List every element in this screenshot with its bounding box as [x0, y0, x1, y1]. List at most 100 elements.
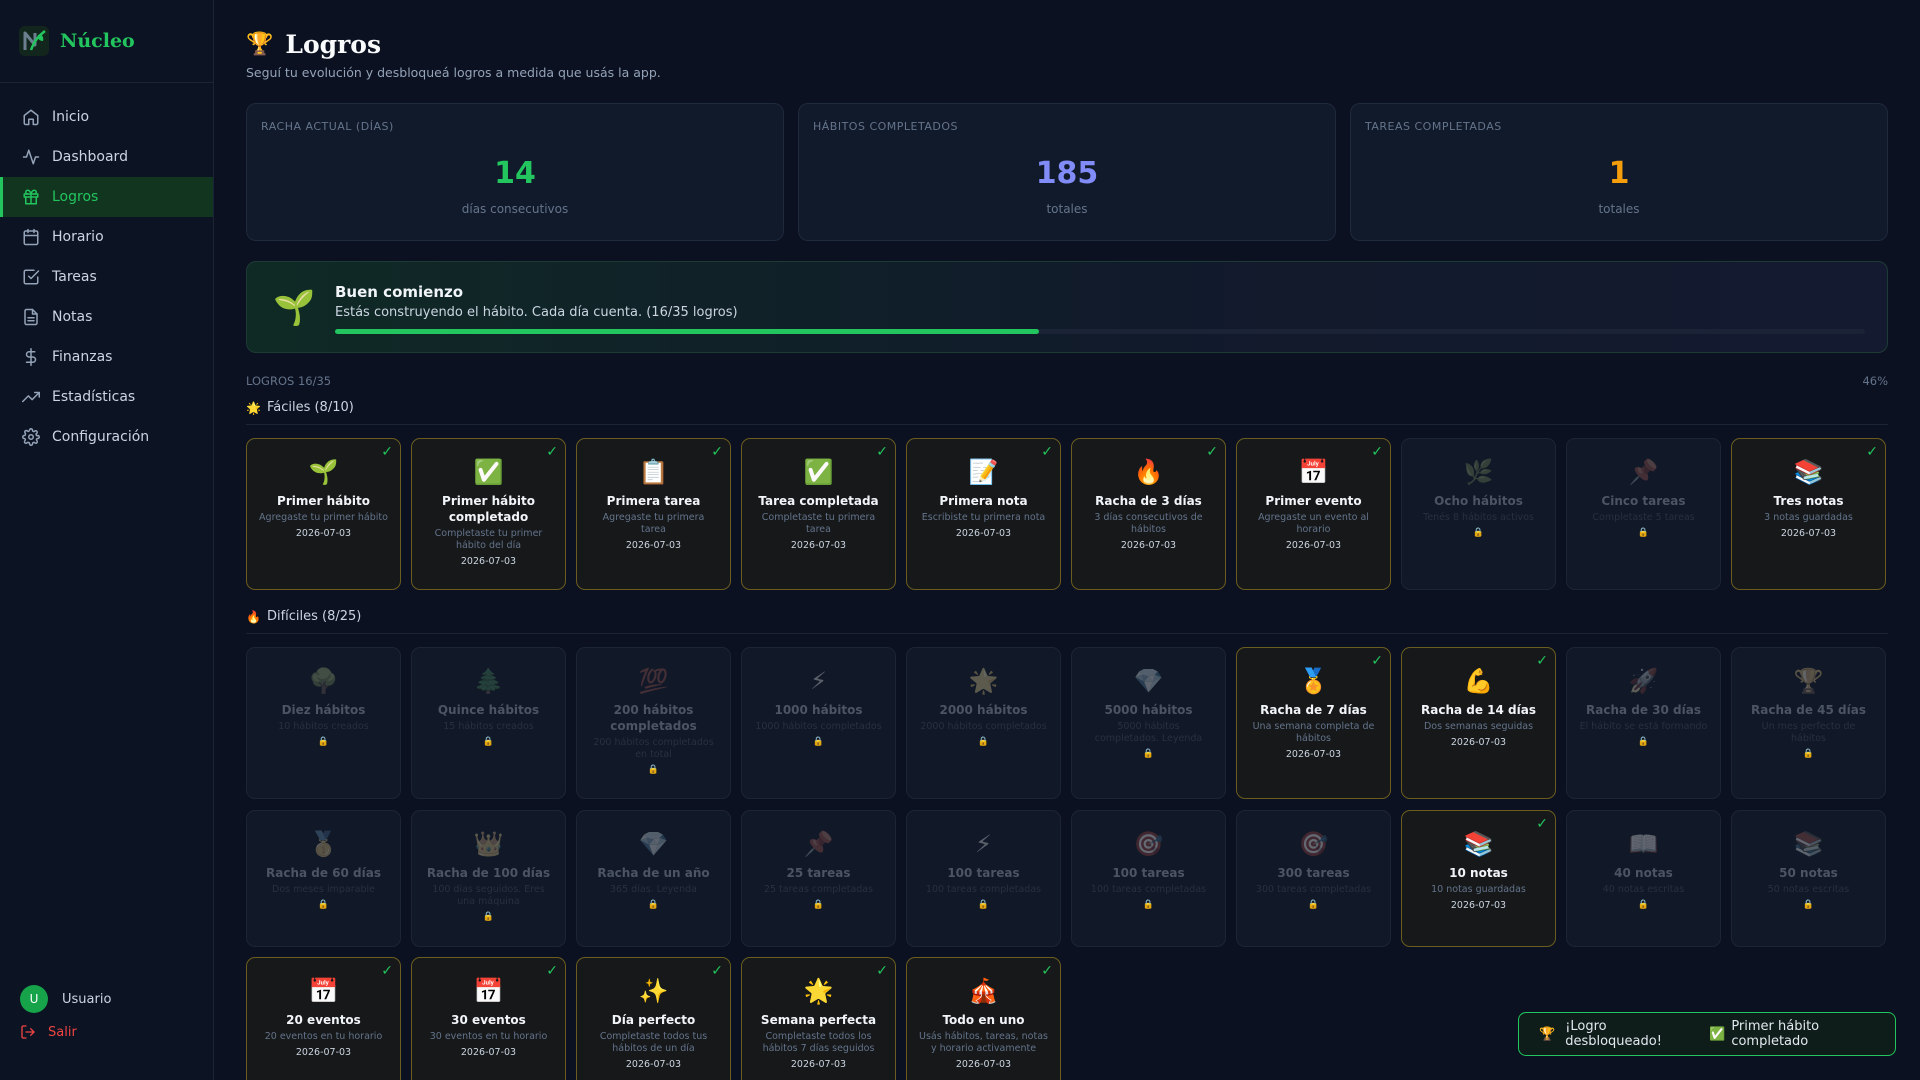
achievement-card[interactable]: ✓ 📅 Primer evento Agregaste un evento al ho… — [1236, 438, 1391, 590]
achievement-description: 100 tareas completadas — [1090, 884, 1207, 895]
achievement-description: Completaste tu primer hábito del día — [434, 528, 543, 551]
achievement-date: 2026-07-03 — [955, 1059, 1012, 1070]
achievement-card[interactable]: 🎯 100 tareas 100 tareas completadas 🔒 — [1071, 810, 1226, 947]
achievement-icon: 📋 — [638, 458, 669, 486]
achievement-card[interactable]: 👑 Racha de 100 días 100 días seguidos. Ere… — [411, 810, 566, 947]
achievement-card[interactable]: 📖 40 notas 40 notas escritas 🔒 — [1566, 810, 1721, 947]
achievement-card[interactable]: ✓ 🎪 Todo en uno Usás hábitos, tareas, notas… — [906, 957, 1061, 1080]
sidebar-item-logros[interactable]: Logros — [0, 177, 213, 217]
achievement-card[interactable]: ✓ 📚 Tres notas 3 notas guardadas 2026-07-03 — [1731, 438, 1886, 590]
check-icon: ✓ — [546, 963, 558, 979]
sidebar-item-label: Finanzas — [52, 349, 113, 365]
stat-value: 185 — [1035, 156, 1099, 191]
home-icon — [22, 108, 40, 126]
achievement-card[interactable]: 📌 25 tareas 25 tareas completadas 🔒 — [741, 810, 896, 947]
sidebar-item-dashboard[interactable]: Dashboard — [0, 137, 213, 177]
achievement-title: Racha de 60 días — [266, 866, 381, 880]
achievement-icon: 🎯 — [1298, 830, 1329, 858]
achievement-card[interactable]: 🚀 Racha de 30 días El hábito se está forma… — [1566, 647, 1721, 799]
achievement-date: 2026-07-03 — [1450, 737, 1507, 748]
sidebar-item-estadisticas[interactable]: Estadísticas — [0, 377, 213, 417]
lock-icon: 🔒 — [1637, 528, 1650, 538]
sidebar-item-notas[interactable]: Notas — [0, 297, 213, 337]
achievement-title: Cinco tareas — [1601, 494, 1686, 508]
sidebar-item-inicio[interactable]: Inicio — [0, 97, 213, 137]
lock-icon: 🔒 — [647, 765, 660, 775]
achievement-card[interactable]: 💎 Racha de un año 365 días. Leyenda 🔒 — [576, 810, 731, 947]
trophy-icon: 🏆 — [1539, 1026, 1556, 1042]
sidebar-item-finanzas[interactable]: Finanzas — [0, 337, 213, 377]
achievement-card[interactable]: 💎 5000 hábitos 5000 hábitos completados. L… — [1071, 647, 1226, 799]
achievement-icon: 🔥 — [1133, 458, 1164, 486]
lock-icon: 🔒 — [317, 900, 330, 910]
check-icon: ✓ — [1536, 816, 1548, 832]
user-profile[interactable]: U Usuario — [20, 985, 111, 1013]
achievement-card[interactable]: ✓ 🌟 Semana perfecta Completaste todos los h… — [741, 957, 896, 1080]
achievement-card[interactable]: 🏆 Racha de 45 días Un mes perfecto de hábi… — [1731, 647, 1886, 799]
achievement-card[interactable]: ✓ ✅ Primer hábito completado Completaste tu… — [411, 438, 566, 590]
achievement-icon: 🏆 — [1793, 667, 1824, 695]
achievement-description: 100 días seguidos. Eres una máquina — [432, 884, 545, 907]
lock-icon: 🔒 — [1802, 900, 1815, 910]
achievement-card[interactable]: 🎯 300 tareas 300 tareas completadas 🔒 — [1236, 810, 1391, 947]
achievements-count: LOGROS 16/35 — [246, 374, 332, 388]
sidebar-item-horario[interactable]: Horario — [0, 217, 213, 257]
achievement-description: Agregaste un evento al horario — [1258, 512, 1369, 535]
logout-button[interactable]: Salir — [20, 1024, 77, 1040]
sidebar-item-tareas[interactable]: Tareas — [0, 257, 213, 297]
achievement-card[interactable]: 🌿 Ocho hábitos Tenés 8 hábitos activos 🔒 — [1401, 438, 1556, 590]
achievement-icon: 📚 — [1463, 830, 1494, 858]
achievement-card[interactable]: ✓ 📝 Primera nota Escribiste tu primera nota… — [906, 438, 1061, 590]
achievement-card[interactable]: 💯 200 hábitos completados 200 hábitos comp… — [576, 647, 731, 799]
sidebar-item-label: Notas — [52, 309, 93, 325]
achievement-card[interactable]: 🌲 Quince hábitos 15 hábitos creados 🔒 — [411, 647, 566, 799]
gear-icon — [22, 428, 40, 446]
achievement-card[interactable]: ✓ 🏅 Racha de 7 días Una semana completa de … — [1236, 647, 1391, 799]
achievement-date: 2026-07-03 — [790, 540, 847, 551]
achievement-icon: 🌳 — [308, 667, 339, 695]
achievement-toast[interactable]: 🏆 ¡Logro desbloqueado! ✅ Primer hábito c… — [1518, 1012, 1896, 1056]
achievement-card[interactable]: 🥇 Racha de 60 días Dos meses imparable 🔒 — [246, 810, 401, 947]
achievement-description: 10 hábitos creados — [278, 721, 369, 732]
check-icon: ✓ — [1206, 444, 1218, 460]
achievement-title: Primer hábito — [277, 494, 370, 508]
achievement-card[interactable]: ✓ 🌱 Primer hábito Agregaste tu primer hábit… — [246, 438, 401, 590]
check-icon: ✓ — [1536, 653, 1548, 669]
sidebar-item-label: Configuración — [52, 429, 150, 445]
achievement-description: 1000 hábitos completados — [755, 721, 882, 732]
achievement-card[interactable]: ⚡ 100 tareas 100 tareas completadas 🔒 — [906, 810, 1061, 947]
achievement-card[interactable]: ✓ 📚 10 notas 10 notas guardadas 2026-07-03 — [1401, 810, 1556, 947]
achievement-description: 200 hábitos completados en total — [593, 737, 714, 760]
achievement-card[interactable]: ✓ ✨ Día perfecto Completaste todos tus hábi… — [576, 957, 731, 1080]
achievement-card[interactable]: ⚡ 1000 hábitos 1000 hábitos completados 🔒 — [741, 647, 896, 799]
achievement-card[interactable]: ✓ 📋 Primera tarea Agregaste tu primera tare… — [576, 438, 731, 590]
achievement-title: Todo en uno — [942, 1013, 1025, 1027]
achievement-title: Diez hábitos — [281, 703, 366, 717]
achievement-card[interactable]: 🌳 Diez hábitos 10 hábitos creados 🔒 — [246, 647, 401, 799]
achievement-card[interactable]: ✓ 📅 30 eventos 30 eventos en tu horario 2026… — [411, 957, 566, 1080]
achievement-card[interactable]: 📚 50 notas 50 notas escritas 🔒 — [1731, 810, 1886, 947]
page-title: Logros — [285, 30, 382, 59]
achievement-card[interactable]: ✓ 🔥 Racha de 3 días 3 días consecutivos de … — [1071, 438, 1226, 590]
achievement-card[interactable]: 🌟 2000 hábitos 2000 hábitos completados 🔒 — [906, 647, 1061, 799]
divider — [246, 633, 1888, 634]
sidebar: Núcleo Inicio Dashboard Logros Horario Tarea… — [0, 0, 214, 1080]
stat-label: TAREAS COMPLETADAS — [1365, 120, 1502, 133]
lock-icon: 🔒 — [647, 900, 660, 910]
lock-icon: 🔒 — [1142, 900, 1155, 910]
achievement-icon: 📚 — [1793, 458, 1824, 486]
sidebar-item-configuracion[interactable]: Configuración — [0, 417, 213, 457]
achievement-card[interactable]: ✓ 📅 20 eventos 20 eventos en tu horario 2026… — [246, 957, 401, 1080]
toast-text: ¡Logro desbloqueado! — [1565, 1019, 1662, 1049]
brand[interactable]: Núcleo — [0, 0, 213, 83]
achievement-card[interactable]: 📌 Cinco tareas Completaste 5 tareas 🔒 — [1566, 438, 1721, 590]
achievement-description: El hábito se está formando — [1579, 721, 1708, 732]
lock-icon: 🔒 — [1637, 737, 1650, 747]
achievement-card[interactable]: ✓ 💪 Racha de 14 días Dos semanas seguidas 20… — [1401, 647, 1556, 799]
user-name: Usuario — [62, 991, 112, 1007]
lock-icon: 🔒 — [482, 737, 495, 747]
achievement-card[interactable]: ✓ ✅ Tarea completada Completaste tu primera… — [741, 438, 896, 590]
stat-card: TAREAS COMPLETADAS 1 totales — [1350, 103, 1888, 241]
lock-icon: 🔒 — [812, 737, 825, 747]
achievement-description: Una semana completa de hábitos — [1252, 721, 1375, 744]
